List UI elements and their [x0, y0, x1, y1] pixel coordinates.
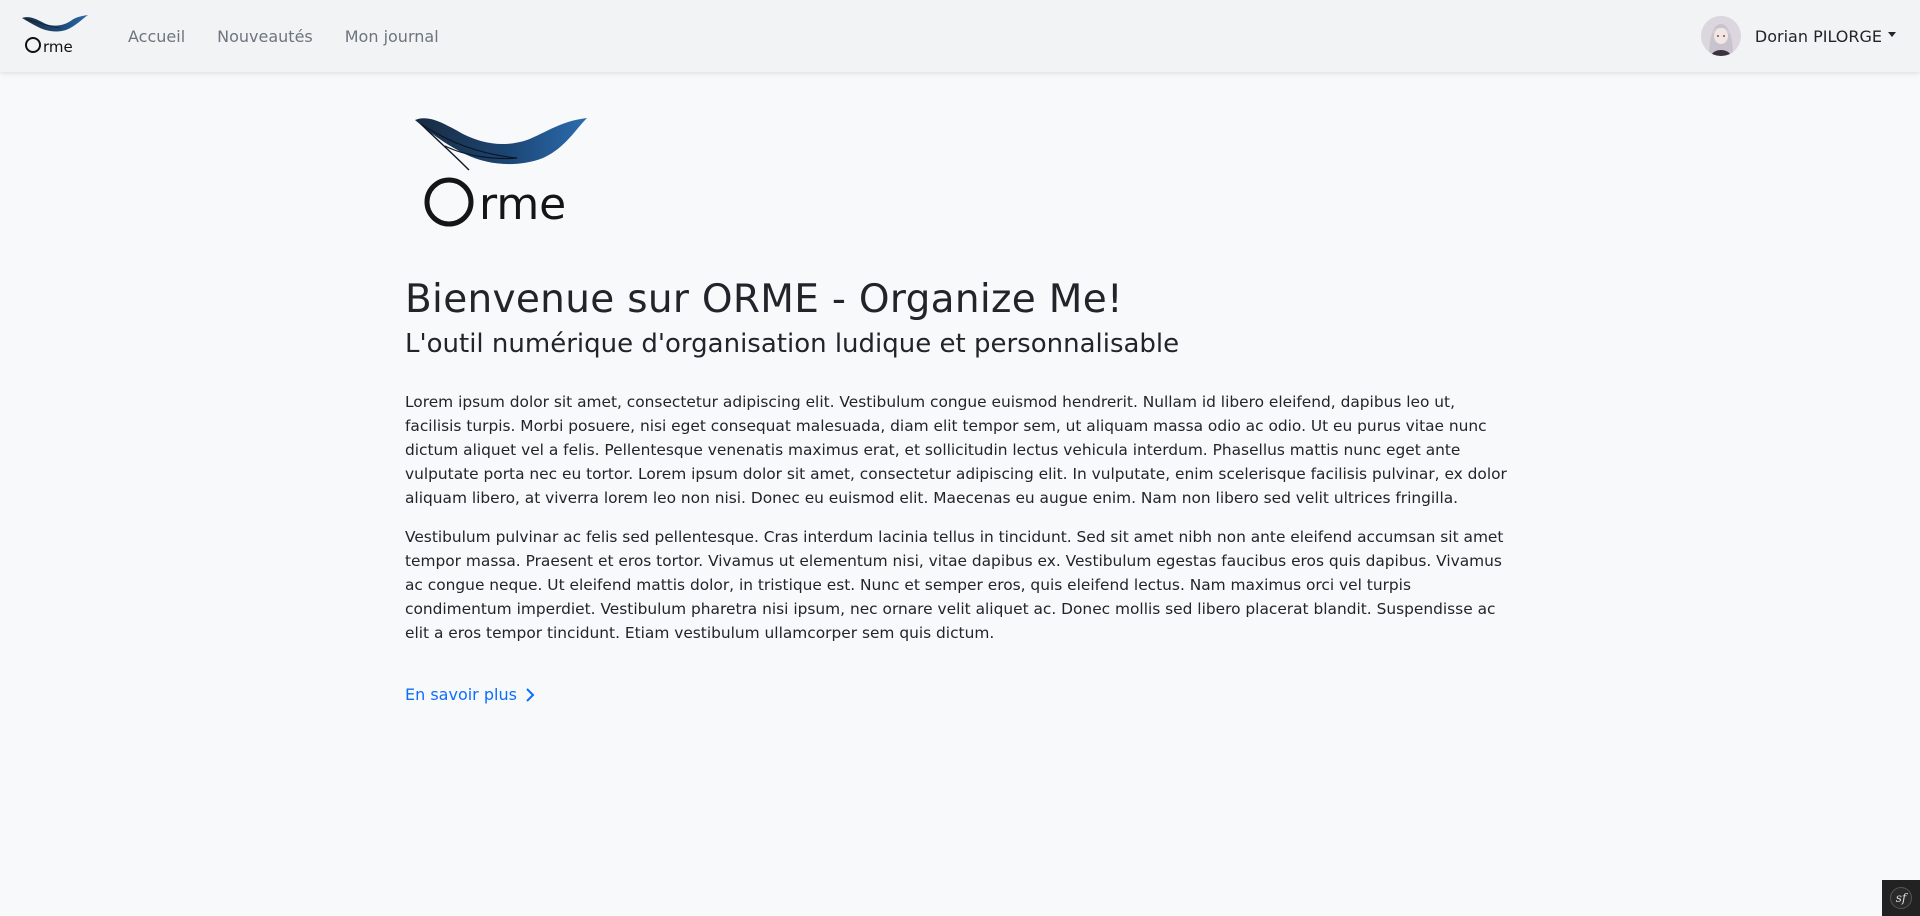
- main-nav: Accueil Nouveautés Mon journal: [128, 0, 471, 72]
- orme-logo-icon: rme: [22, 15, 88, 56]
- nav-item-mon-journal[interactable]: Mon journal: [345, 27, 439, 46]
- brand-logo-link[interactable]: rme: [20, 12, 90, 58]
- svg-text:rme: rme: [479, 179, 566, 230]
- hero-orme-logo-icon: rme: [415, 118, 587, 230]
- avatar: [1700, 16, 1741, 56]
- page-subtitle: L'outil numérique d'organisation ludique…: [405, 328, 1180, 359]
- profiler-toolbar-toggle[interactable]: sf: [1882, 880, 1920, 916]
- symfony-icon: sf: [1890, 887, 1912, 909]
- top-navbar: rme Accueil Nouveautés Mon journal Doria…: [0, 0, 1920, 72]
- learn-more-label: En savoir plus: [405, 685, 517, 705]
- user-menu-toggle[interactable]: Dorian PILORGE: [1700, 0, 1896, 72]
- intro-paragraph-1: Lorem ipsum dolor sit amet, consectetur …: [405, 393, 1507, 508]
- chevron-right-icon: [526, 687, 535, 702]
- nav-item-accueil[interactable]: Accueil: [128, 27, 185, 46]
- learn-more-link[interactable]: En savoir plus: [405, 685, 535, 704]
- intro-paragraph-2: Vestibulum pulvinar ac felis sed pellent…: [405, 528, 1504, 643]
- avatar-image: [1700, 16, 1741, 56]
- nav-item-nouveautes[interactable]: Nouveautés: [217, 27, 313, 46]
- caret-down-icon: [1888, 31, 1896, 37]
- page-title: Bienvenue sur ORME - Organize Me!: [405, 277, 1123, 322]
- user-name: Dorian PILORGE: [1754, 26, 1882, 46]
- logo-text: rme: [43, 38, 73, 56]
- main-content: rme Bienvenue sur ORME - Organize Me! L'…: [405, 110, 1515, 704]
